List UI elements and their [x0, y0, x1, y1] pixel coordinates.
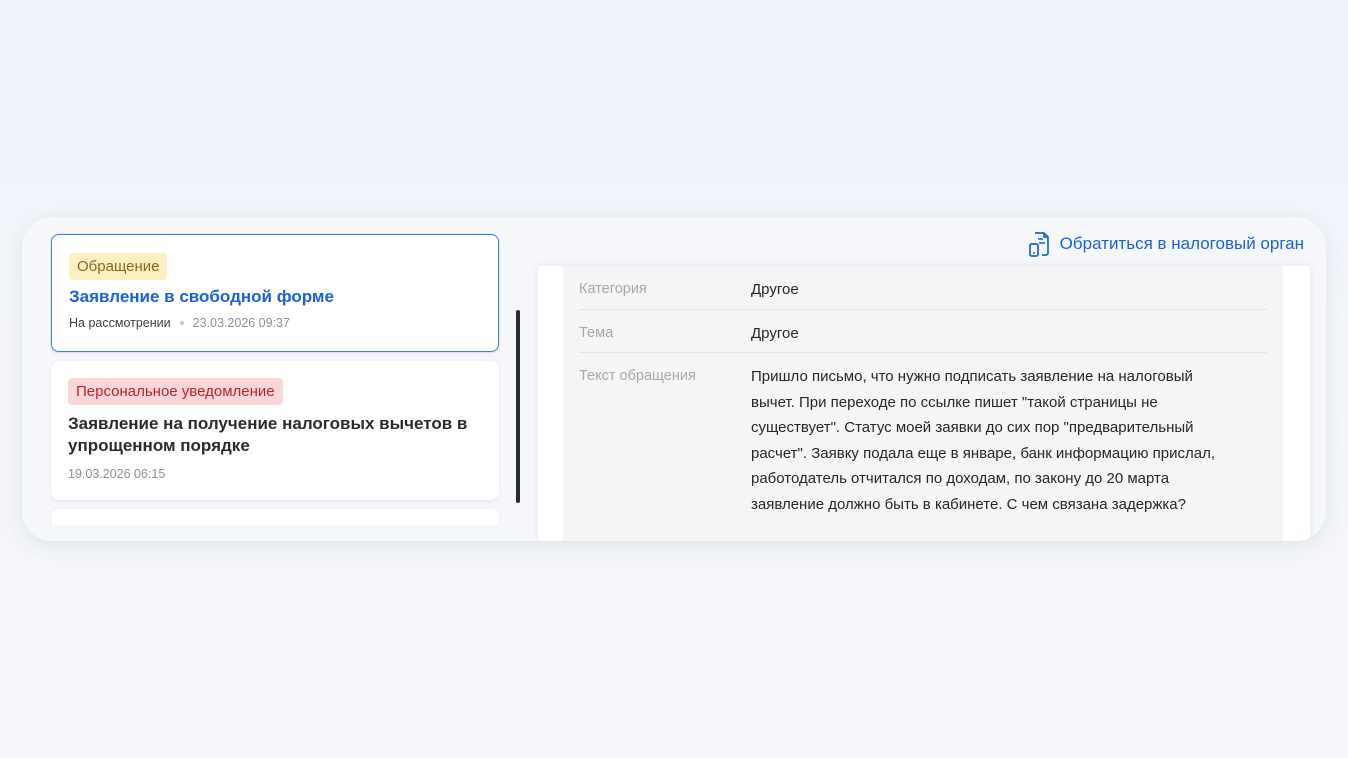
- appeal-date: 19.03.2026 06:15: [68, 467, 166, 481]
- detail-value: Другое: [751, 281, 799, 298]
- appeal-meta: 19.03.2026 06:15: [68, 467, 482, 481]
- appeal-title: Заявление в свободной форме: [69, 287, 334, 306]
- contact-tax-authority-button[interactable]: Обратиться в налоговый орган: [1028, 231, 1304, 257]
- contact-tax-authority-label: Обратиться в налоговый орган: [1059, 234, 1304, 253]
- detail-label: Текст обращения: [579, 368, 696, 384]
- detail-label: Тема: [579, 325, 614, 341]
- detail-value: Пришло письмо, что нужно подписать заявл…: [751, 368, 1216, 513]
- detail-label: Категория: [579, 281, 647, 297]
- appeal-date: 23.03.2026 09:37: [192, 316, 290, 330]
- appeal-card-partial[interactable]: [51, 509, 499, 525]
- document-phone-icon: [1028, 232, 1049, 257]
- list-scrollbar[interactable]: [516, 310, 520, 503]
- detail-row-topic: Тема Другое: [579, 310, 1267, 353]
- appeal-card[interactable]: Персональное уведомление Заявление на по…: [51, 361, 499, 500]
- appeal-title: Заявление на получение налоговых вычетов…: [68, 414, 468, 455]
- appeals-panel: Обращение Заявление в свободной форме На…: [22, 217, 1326, 541]
- separator-dot: [179, 321, 184, 325]
- appeal-status: На рассмотрении: [69, 316, 171, 330]
- appeal-card-selected[interactable]: Обращение Заявление в свободной форме На…: [51, 234, 499, 352]
- appeals-list: Обращение Заявление в свободной форме На…: [50, 233, 500, 525]
- appeal-meta: На рассмотрении 23.03.2026 09:37: [69, 316, 481, 330]
- detail-value: Другое: [751, 325, 799, 342]
- detail-row-text: Текст обращения Пришло письмо, что нужно…: [579, 353, 1267, 517]
- appeal-detail: Категория Другое Тема Другое Текст обращ…: [563, 266, 1283, 541]
- detail-row-category: Категория Другое: [579, 266, 1267, 310]
- notification-type-badge: Персональное уведомление: [68, 378, 283, 405]
- appeal-detail-container: Категория Другое Тема Другое Текст обращ…: [538, 266, 1310, 541]
- appeal-type-badge: Обращение: [69, 253, 168, 280]
